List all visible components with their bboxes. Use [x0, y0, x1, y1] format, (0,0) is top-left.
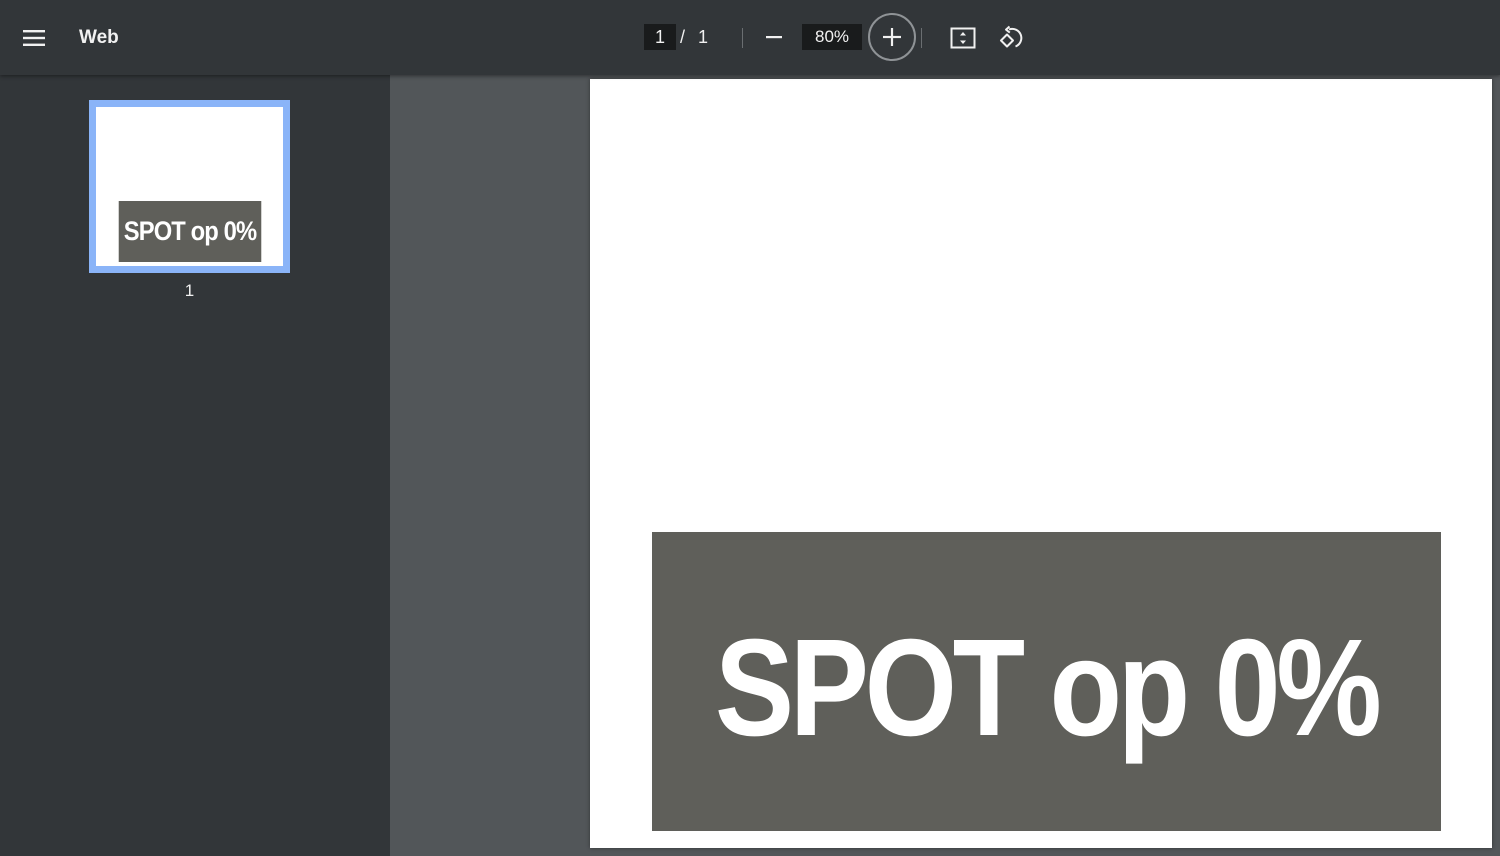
- page-separator: /: [680, 27, 686, 47]
- page-thumbnail[interactable]: SPOT op 0%: [89, 100, 290, 273]
- toolbar-divider: [742, 28, 743, 48]
- fit-to-page-button[interactable]: [943, 19, 983, 57]
- pdf-toolbar: Web / 1: [0, 0, 1500, 75]
- thumbnail-sidebar: SPOT op 0% 1: [0, 75, 390, 856]
- page-number-input[interactable]: [644, 24, 676, 50]
- fit-to-page-icon: [950, 27, 976, 49]
- page-total: 1: [698, 27, 709, 47]
- thumbnail-page-number: 1: [184, 281, 195, 300]
- menu-button[interactable]: [14, 18, 54, 58]
- zoom-level-input[interactable]: [802, 24, 862, 50]
- document-banner-text: SPOT op 0%: [715, 610, 1382, 765]
- document-viewer[interactable]: SPOT op 0%: [390, 75, 1500, 856]
- hamburger-menu-icon: [23, 30, 45, 46]
- zoom-in-button[interactable]: [868, 13, 916, 61]
- toolbar-divider: [921, 28, 922, 48]
- plus-icon: [883, 28, 901, 46]
- document-banner: SPOT op 0%: [652, 532, 1441, 831]
- minus-icon: [766, 36, 782, 39]
- rotate-button[interactable]: [992, 19, 1030, 57]
- thumbnail-banner-text: SPOT op 0%: [118, 201, 262, 262]
- zoom-out-button[interactable]: [756, 19, 792, 55]
- rotate-counterclockwise-icon: [1000, 25, 1023, 48]
- document-title: Web: [79, 27, 119, 48]
- pdf-page: SPOT op 0%: [590, 79, 1492, 848]
